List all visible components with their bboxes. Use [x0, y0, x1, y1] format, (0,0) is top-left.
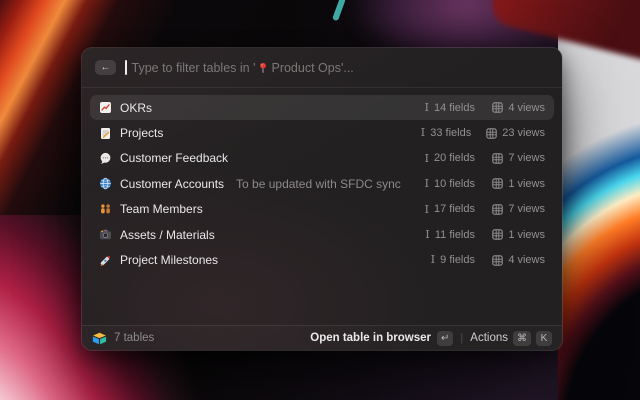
placeholder-text-before: Type to filter tables in ' — [132, 61, 256, 75]
fields-count: 10 fields — [434, 178, 475, 190]
views-count: 4 views — [508, 254, 545, 266]
fields-count: 14 fields — [434, 102, 475, 114]
actions-label: Actions — [470, 332, 508, 344]
airtable-logo-icon — [92, 332, 107, 345]
camera-icon — [99, 228, 112, 241]
rocket-icon — [99, 254, 112, 267]
row-accessories: I 14 fields 4 views — [415, 102, 545, 114]
memo-icon — [99, 127, 112, 140]
views-grid-icon — [492, 153, 503, 164]
cmd-key-badge: ⌘ — [513, 331, 531, 346]
two-people-icon — [99, 203, 112, 216]
views-grid-icon — [492, 255, 503, 266]
footer-actions: Open table in browser ↵ | Actions ⌘ K — [310, 331, 552, 346]
globe-icon — [99, 177, 112, 190]
fields-accessory: I 33 fields — [411, 127, 471, 139]
views-count: 7 views — [508, 152, 545, 164]
k-key-badge: K — [536, 331, 552, 346]
fields-count: 20 fields — [434, 152, 475, 164]
footer-bar: 7 tables Open table in browser ↵ | Actio… — [82, 325, 562, 350]
wallpaper-right-stripes — [558, 0, 640, 400]
back-button[interactable]: ← — [95, 60, 116, 75]
fields-ibeam-icon: I — [425, 229, 430, 241]
tables-list: OKRs I 14 fields 4 views Projects I 33 f… — [82, 88, 562, 273]
command-palette-window: ← Type to filter tables in ' Product Ops'… — [82, 48, 562, 350]
table-title: Project Milestones — [120, 253, 218, 267]
placeholder-text-after: Product Ops'... — [271, 61, 353, 75]
table-title: Projects — [120, 126, 163, 140]
table-row[interactable]: Assets / Materials I 11 fields 1 views — [90, 222, 554, 247]
fields-ibeam-icon: I — [424, 178, 429, 190]
search-bar: ← Type to filter tables in ' Product Ops'… — [82, 48, 562, 88]
search-input[interactable]: Type to filter tables in ' Product Ops'..… — [125, 60, 549, 75]
fields-accessory: I 11 fields — [415, 229, 475, 241]
views-accessory: 4 views — [490, 102, 545, 114]
fields-accessory: I 20 fields — [415, 152, 475, 164]
views-grid-icon — [486, 128, 497, 139]
table-subtitle: To be updated with SFDC sync — [236, 177, 401, 191]
fields-ibeam-icon: I — [424, 153, 429, 165]
views-count: 23 views — [502, 127, 545, 139]
table-count: 7 tables — [114, 332, 154, 344]
table-row[interactable]: Project Milestones I 9 fields 4 views — [90, 247, 554, 272]
table-title: OKRs — [120, 101, 152, 115]
table-row[interactable]: Projects I 33 fields 23 views — [90, 120, 554, 145]
fields-ibeam-icon: I — [421, 127, 426, 139]
views-accessory: 7 views — [490, 203, 545, 215]
views-grid-icon — [492, 178, 503, 189]
fields-count: 33 fields — [430, 127, 471, 139]
fields-ibeam-icon: I — [424, 102, 429, 114]
views-count: 1 views — [508, 178, 545, 190]
footer-divider: | — [460, 332, 463, 344]
views-count: 7 views — [508, 203, 545, 215]
views-grid-icon — [492, 102, 503, 113]
views-grid-icon — [492, 204, 503, 215]
fields-accessory: I 17 fields — [415, 203, 475, 215]
fields-count: 11 fields — [435, 229, 475, 241]
table-row[interactable]: OKRs I 14 fields 4 views — [90, 95, 554, 120]
primary-action-label: Open table in browser — [310, 332, 431, 344]
row-accessories: I 17 fields 7 views — [415, 203, 545, 215]
search-placeholder: Type to filter tables in ' Product Ops'..… — [132, 61, 354, 75]
speech-balloon-icon — [99, 152, 112, 165]
row-accessories: I 11 fields 1 views — [415, 229, 545, 241]
fields-count: 9 fields — [440, 254, 475, 266]
table-row[interactable]: Team Members I 17 fields 7 views — [90, 197, 554, 222]
fields-ibeam-icon: I — [431, 254, 436, 266]
row-accessories: I 33 fields 23 views — [411, 127, 545, 139]
chart-increasing-icon — [99, 101, 112, 114]
views-accessory: 1 views — [490, 229, 545, 241]
enter-key-badge: ↵ — [437, 331, 453, 346]
table-title: Customer Feedback — [120, 151, 228, 165]
views-count: 4 views — [508, 102, 545, 114]
views-accessory: 4 views — [490, 254, 545, 266]
round-pushpin-icon — [257, 62, 269, 74]
views-accessory: 7 views — [490, 152, 545, 164]
views-accessory: 1 views — [490, 178, 545, 190]
row-accessories: I 10 fields 1 views — [415, 178, 545, 190]
views-accessory: 23 views — [486, 127, 545, 139]
fields-ibeam-icon: I — [424, 204, 429, 216]
fields-accessory: I 9 fields — [415, 254, 475, 266]
fields-count: 17 fields — [434, 203, 475, 215]
table-title: Assets / Materials — [120, 228, 215, 242]
text-cursor — [125, 60, 127, 75]
table-title: Customer Accounts — [120, 177, 224, 191]
views-count: 1 views — [508, 229, 545, 241]
views-grid-icon — [492, 229, 503, 240]
fields-accessory: I 14 fields — [415, 102, 475, 114]
actions-button[interactable]: Actions ⌘ K — [470, 331, 552, 346]
table-title: Team Members — [120, 202, 203, 216]
open-table-in-browser-button[interactable]: Open table in browser ↵ — [310, 331, 453, 346]
row-accessories: I 20 fields 7 views — [415, 152, 545, 164]
row-accessories: I 9 fields 4 views — [415, 254, 545, 266]
table-row[interactable]: Customer Feedback I 20 fields 7 views — [90, 146, 554, 171]
fields-accessory: I 10 fields — [415, 178, 475, 190]
table-row[interactable]: Customer Accounts To be updated with SFD… — [90, 171, 554, 196]
